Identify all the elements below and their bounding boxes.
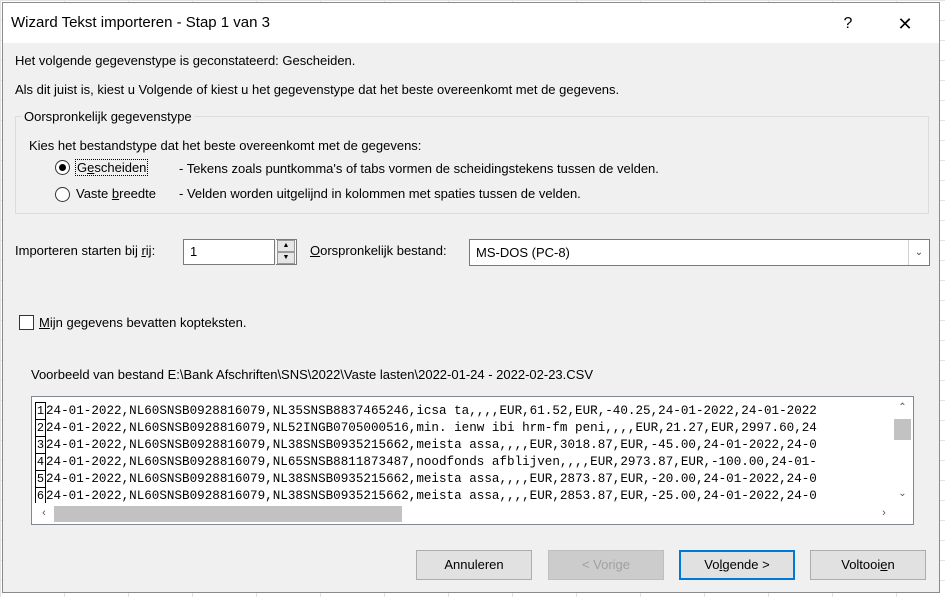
delimited-description: - Tekens zoals puntkomma's of tabs vorme… — [179, 161, 659, 176]
line-number: 4 — [35, 453, 46, 470]
help-button[interactable]: ? — [833, 11, 863, 37]
preview-row: 1 24-01-2022,NL60SNSB0928816079,NL35SNSB8… — [35, 402, 817, 419]
start-row-input[interactable]: 1 — [183, 239, 275, 265]
horizontal-scrollbar[interactable]: ‹ › — [32, 503, 892, 524]
spin-up-icon[interactable]: ▲ — [277, 240, 295, 252]
headers-checkbox-label[interactable]: Mijn gegevens bevatten kopteksten. — [39, 315, 246, 330]
finish-button[interactable]: Voltooien — [810, 550, 926, 580]
file-origin-label: Oorspronkelijk bestand: — [310, 243, 447, 258]
preview-row-text: 24-01-2022,NL60SNSB0928816079,NL38SNSB09… — [46, 438, 817, 452]
title-bar: Wizard Tekst importeren - Stap 1 van 3 ?… — [3, 3, 939, 43]
text-import-wizard-dialog: Wizard Tekst importeren - Stap 1 van 3 ?… — [2, 2, 940, 593]
preview-caption: Voorbeeld van bestand E:\Bank Afschrifte… — [31, 367, 594, 382]
fixed-width-radio[interactable] — [55, 187, 70, 202]
instruction-text: Als dit juist is, kiest u Volgende of ki… — [15, 82, 620, 97]
file-type-prompt: Kies het bestandstype dat het beste over… — [29, 138, 422, 153]
headers-checkbox[interactable] — [19, 315, 34, 330]
line-number: 6 — [35, 487, 46, 504]
detected-type-text: Het volgende gegevenstype is geconstatee… — [15, 53, 356, 68]
delimited-radio[interactable] — [55, 160, 70, 175]
scroll-right-icon[interactable]: › — [874, 503, 894, 524]
preview-lines: 1 24-01-2022,NL60SNSB0928816079,NL35SNSB8… — [35, 402, 817, 504]
start-row-label: Importeren starten bij rij: — [15, 243, 156, 258]
line-number: 5 — [35, 470, 46, 487]
preview-row: 6 24-01-2022,NL60SNSB0928816079,NL38SNSB0… — [35, 487, 817, 504]
preview-row-text: 24-01-2022,NL60SNSB0928816079,NL38SNSB09… — [46, 472, 817, 486]
file-preview[interactable]: 1 24-01-2022,NL60SNSB0928816079,NL35SNSB8… — [31, 396, 914, 525]
horizontal-scroll-thumb[interactable] — [54, 506, 402, 522]
preview-row: 4 24-01-2022,NL60SNSB0928816079,NL65SNSB8… — [35, 453, 817, 470]
preview-row-text: 24-01-2022,NL60SNSB0928816079,NL35SNSB88… — [46, 404, 817, 418]
preview-row-text: 24-01-2022,NL60SNSB0928816079,NL38SNSB09… — [46, 489, 817, 503]
preview-row-text: 24-01-2022,NL60SNSB0928816079,NL52INGB07… — [46, 421, 817, 435]
preview-row: 5 24-01-2022,NL60SNSB0928816079,NL38SNSB0… — [35, 470, 817, 487]
vertical-scroll-thumb[interactable] — [894, 419, 911, 440]
scroll-left-icon[interactable]: ‹ — [34, 503, 54, 524]
line-number: 1 — [35, 402, 46, 419]
delimited-label[interactable]: Gescheiden — [75, 159, 149, 176]
cancel-button[interactable]: Annuleren — [416, 550, 532, 580]
vertical-scrollbar[interactable]: ⌃ ⌄ — [892, 397, 913, 505]
file-origin-select[interactable]: MS-DOS (PC-8) ⌄ — [469, 239, 930, 266]
preview-row: 2 24-01-2022,NL60SNSB0928816079,NL52INGB0… — [35, 419, 817, 436]
preview-row-text: 24-01-2022,NL60SNSB0928816079,NL65SNSB88… — [46, 455, 817, 469]
scroll-down-icon[interactable]: ⌄ — [892, 485, 913, 503]
start-row-spinner: ▲ ▼ — [276, 239, 297, 265]
preview-row: 3 24-01-2022,NL60SNSB0928816079,NL38SNSB0… — [35, 436, 817, 453]
close-button[interactable]: ✕ — [890, 11, 920, 37]
scroll-up-icon[interactable]: ⌃ — [892, 399, 913, 417]
back-button[interactable]: < Vorige — [548, 550, 664, 580]
fixed-width-description: - Velden worden uitgelijnd in kolommen m… — [179, 186, 581, 201]
original-type-legend: Oorspronkelijk gegevenstype — [21, 109, 195, 124]
next-button[interactable]: Volgende > — [679, 550, 795, 580]
dialog-title: Wizard Tekst importeren - Stap 1 van 3 — [11, 14, 270, 31]
chevron-down-icon[interactable]: ⌄ — [908, 240, 929, 265]
file-origin-value: MS-DOS (PC-8) — [476, 245, 570, 260]
line-number: 2 — [35, 419, 46, 436]
spin-down-icon[interactable]: ▼ — [277, 252, 295, 264]
fixed-width-label[interactable]: Vaste breedte — [76, 186, 156, 201]
line-number: 3 — [35, 436, 46, 453]
